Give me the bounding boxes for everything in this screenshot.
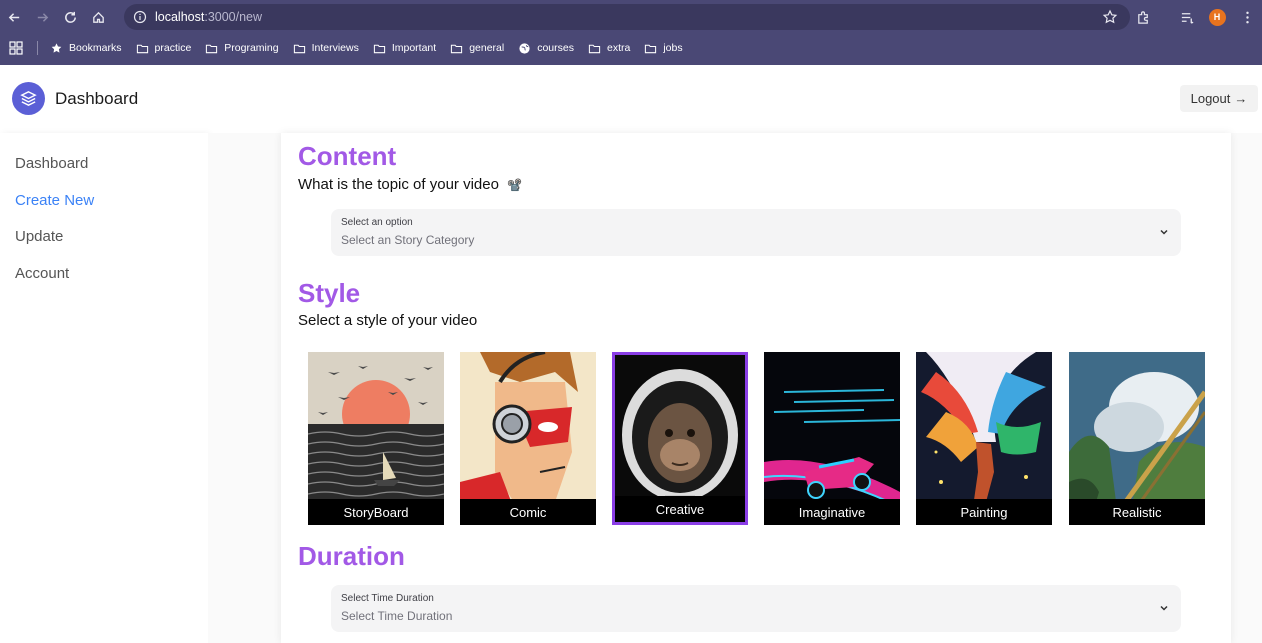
time-duration-select-label: Select Time Duration	[341, 593, 434, 604]
url-host: localhost	[155, 10, 205, 24]
bookmark-courses[interactable]: courses	[518, 42, 574, 55]
app-title: Dashboard	[55, 89, 139, 108]
folder-icon	[588, 42, 607, 55]
url-text: localhost:3000/new	[155, 10, 262, 24]
extensions-puzzle-icon[interactable]	[1128, 4, 1158, 30]
profile-initial: H	[1208, 8, 1226, 26]
bookmarks-bar: Bookmarks practice Programing Interviews Imp…	[0, 37, 1262, 59]
bookmark-label: Programing	[224, 42, 279, 54]
duration-section-title: Duration	[298, 541, 405, 571]
bookmark-label: courses	[537, 42, 574, 54]
bookmark-star-icon[interactable]	[1102, 9, 1118, 25]
content-subtitle-text: What is the topic of your video	[298, 176, 499, 193]
bookmark-extra[interactable]: extra	[588, 42, 630, 55]
create-form-card: Content What is the topic of your video …	[281, 133, 1231, 643]
logout-label: Logout	[1190, 91, 1231, 106]
forward-arrow-icon[interactable]	[28, 3, 56, 31]
reading-list-icon[interactable]	[1172, 4, 1202, 30]
logout-button[interactable]: Logout →	[1180, 85, 1258, 112]
style-option-realistic[interactable]: Realistic	[1069, 352, 1205, 525]
bookmark-important[interactable]: Important	[373, 42, 436, 55]
story-category-select-label: Select an option	[341, 217, 413, 228]
apps-grid-icon[interactable]	[9, 41, 23, 55]
style-option-label: Comic	[460, 499, 596, 525]
story-category-select[interactable]: Select an option Select an Story Categor…	[331, 209, 1181, 256]
style-option-label: Painting	[916, 499, 1052, 525]
bookmark-label: general	[469, 42, 505, 54]
toolbar-divider	[1158, 4, 1172, 30]
bookmark-label: practice	[154, 42, 192, 54]
bookmark-label: Interviews	[311, 42, 359, 54]
profile-avatar[interactable]: H	[1202, 4, 1232, 30]
address-bar[interactable]: localhost:3000/new	[124, 4, 1130, 30]
back-arrow-icon[interactable]	[0, 3, 28, 31]
bookmark-interviews[interactable]: Interviews	[293, 42, 359, 55]
folder-icon	[644, 42, 663, 55]
style-option-storyboard[interactable]: StoryBoard	[308, 352, 444, 525]
bookmark-label: extra	[606, 42, 631, 54]
folder-icon	[373, 42, 392, 55]
style-option-comic[interactable]: Comic	[460, 352, 596, 525]
sidebar-item-update[interactable]: Update	[15, 228, 63, 245]
film-projector-icon: 📽️	[507, 178, 523, 192]
url-path: :3000/new	[204, 10, 263, 24]
layers-logo-icon	[12, 82, 45, 115]
style-option-label: Imaginative	[764, 499, 900, 525]
time-duration-select-value: Select Time Duration	[341, 609, 453, 623]
style-option-label: Realistic	[1069, 499, 1205, 525]
sidebar-item-create-new[interactable]: Create New	[15, 192, 94, 209]
folder-icon	[136, 42, 155, 55]
bookmark-label: jobs	[663, 42, 683, 54]
sidebar-item-dashboard[interactable]: Dashboard	[15, 155, 88, 172]
story-category-select-value: Select an Story Category	[341, 233, 475, 247]
style-option-painting[interactable]: Painting	[916, 352, 1052, 525]
browser-menu-kebab-icon[interactable]	[1232, 4, 1262, 30]
content-section-subtitle: What is the topic of your video 📽️	[298, 176, 522, 193]
folder-icon	[450, 42, 469, 55]
app-header: Dashboard Logout →	[0, 65, 1262, 133]
reload-icon[interactable]	[56, 3, 84, 31]
style-section-subtitle: Select a style of your video	[298, 312, 478, 329]
bookmark-general[interactable]: general	[450, 42, 504, 55]
sidebar: Dashboard Create New Update Account	[0, 133, 208, 643]
home-icon[interactable]	[84, 3, 112, 31]
arrow-right-icon: →	[1234, 91, 1248, 106]
chevron-down-icon	[1160, 605, 1168, 611]
star-icon	[50, 42, 69, 55]
bookmark-list: Bookmarks practice Programing Interviews Imp…	[50, 42, 697, 55]
site-info-icon[interactable]	[133, 10, 147, 24]
bookmark-bookmarks[interactable]: Bookmarks	[50, 42, 122, 55]
bookmarks-separator	[37, 41, 38, 55]
style-option-label: StoryBoard	[308, 499, 444, 525]
style-section-title: Style	[298, 278, 361, 308]
browser-toolbar-right: H	[1128, 4, 1262, 30]
bookmark-label: Important	[391, 42, 437, 54]
folder-icon	[293, 42, 312, 55]
bookmark-label: Bookmarks	[69, 42, 122, 54]
content-section-title: Content	[298, 141, 397, 171]
bookmark-jobs[interactable]: jobs	[644, 42, 683, 55]
browser-chrome: localhost:3000/new H Bookmarks practice Pr…	[0, 0, 1262, 65]
chevron-down-icon	[1160, 229, 1168, 235]
bookmark-practice[interactable]: practice	[136, 42, 192, 55]
style-option-label: Creative	[615, 496, 745, 522]
bookmark-programing[interactable]: Programing	[205, 42, 279, 55]
folder-icon	[205, 42, 224, 55]
sidebar-item-account[interactable]: Account	[15, 265, 69, 282]
time-duration-select[interactable]: Select Time Duration Select Time Duratio…	[331, 585, 1181, 632]
style-option-creative[interactable]: Creative	[612, 352, 748, 525]
globe-icon	[518, 42, 537, 55]
style-option-imaginative[interactable]: Imaginative	[764, 352, 900, 525]
